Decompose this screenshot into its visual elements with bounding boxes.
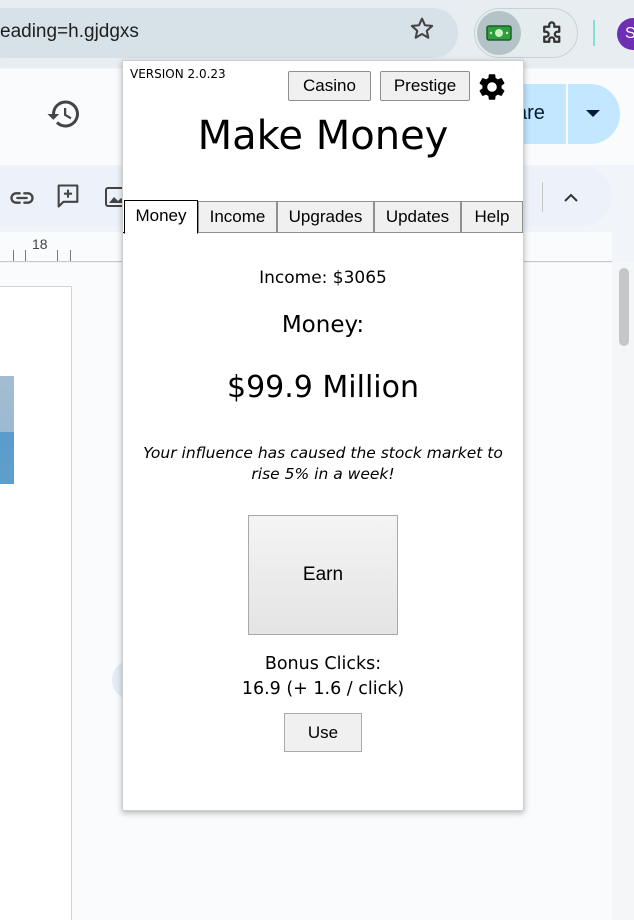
extensions-puzzle-icon[interactable] — [538, 18, 568, 48]
document-image[interactable] — [0, 376, 14, 484]
ruler-number: 18 — [32, 236, 48, 252]
app-title: Make Money — [197, 113, 449, 159]
casino-button[interactable]: Casino — [288, 71, 371, 101]
news-message: Your influence has caused the stock mark… — [143, 444, 503, 483]
tab-help[interactable]: Help — [461, 201, 523, 233]
tab-upgrades[interactable]: Upgrades — [277, 201, 374, 233]
add-comment-icon[interactable] — [54, 182, 82, 210]
tab-updates[interactable]: Updates — [374, 201, 461, 233]
bonus-clicks-value: 16.9 (+ 1.6 / click) — [241, 679, 405, 699]
money-bill-icon[interactable] — [477, 11, 521, 55]
settings-gear-icon[interactable] — [476, 71, 508, 103]
bonus-clicks-label: Bonus Clicks: — [264, 654, 382, 674]
share-dropdown-caret-icon[interactable] — [586, 110, 600, 117]
version-history-icon[interactable] — [46, 96, 82, 132]
tab-income[interactable]: Income — [198, 201, 277, 233]
toolbar-separator — [593, 20, 595, 46]
ruler-tick — [25, 250, 26, 261]
ruler-tick — [57, 250, 58, 261]
money-value: $99.9 Million — [226, 370, 419, 405]
version-label: VERSION 2.0.23 — [130, 67, 226, 81]
share-divider — [566, 84, 568, 144]
chevron-up-icon[interactable] — [558, 186, 584, 210]
money-label: Money: — [281, 312, 365, 338]
tab-money[interactable]: Money — [124, 200, 198, 234]
address-bar-text[interactable]: eading=h.gjdgxs — [0, 21, 139, 43]
prestige-button[interactable]: Prestige — [380, 71, 470, 101]
toolbar-divider — [542, 182, 543, 212]
earn-button[interactable]: Earn — [248, 515, 398, 635]
address-bar[interactable]: eading=h.gjdgxs — [0, 8, 458, 58]
ruler-tick — [70, 250, 71, 261]
scrollbar-thumb[interactable] — [619, 268, 629, 346]
scrollbar[interactable] — [612, 262, 634, 920]
use-bonus-button[interactable]: Use — [284, 713, 362, 752]
income-readout: Income: $3065 — [259, 268, 387, 288]
insert-link-icon[interactable] — [8, 184, 36, 212]
bookmark-star-icon[interactable] — [408, 15, 436, 43]
ruler-tick — [13, 250, 14, 261]
make-money-popup: VERSION 2.0.23 Casino Prestige Make Mone… — [122, 60, 524, 811]
